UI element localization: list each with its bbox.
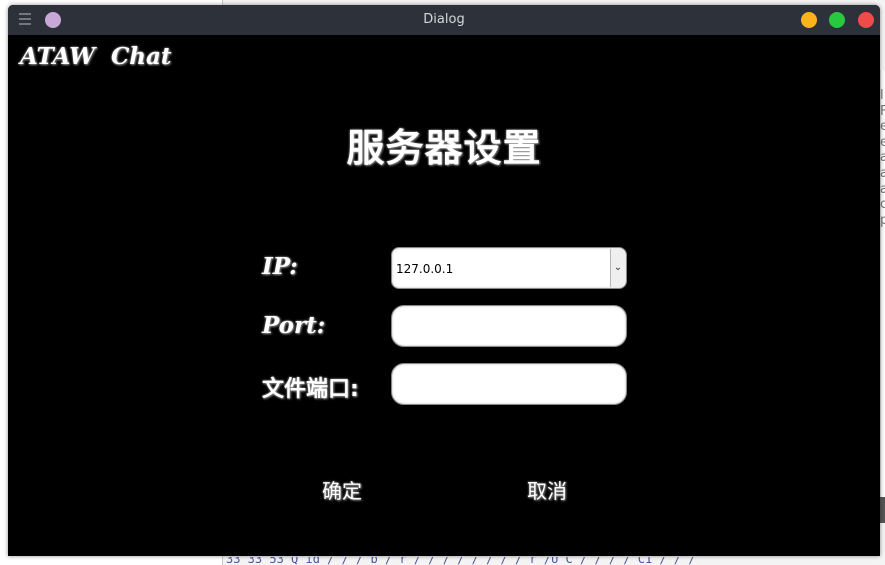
- port-label: Port:: [262, 312, 326, 339]
- file-port-label: 文件端口:: [262, 377, 359, 402]
- window-title: Dialog: [423, 12, 465, 27]
- ip-combobox-value[interactable]: 127.0.0.1: [396, 248, 453, 290]
- dialog-content: ATAW Chat 服务器设置 IP: 127.0.0.1 ⌄ Port: 文件…: [8, 35, 880, 556]
- file-port-input[interactable]: [391, 363, 627, 405]
- ip-label: IP:: [262, 253, 298, 280]
- minimize-button[interactable]: [801, 12, 817, 28]
- cancel-button[interactable]: 取消: [513, 477, 581, 507]
- background-code-line: 33 33 53 Q id / / / b / r / / / / / / / …: [226, 557, 885, 565]
- maximize-button[interactable]: [829, 12, 845, 28]
- page-title: 服务器设置: [346, 126, 542, 170]
- chevron-down-icon[interactable]: ⌄: [610, 249, 625, 287]
- background-scroll-block: [880, 497, 885, 523]
- ip-combobox[interactable]: 127.0.0.1 ⌄: [391, 247, 627, 289]
- port-input[interactable]: [391, 305, 627, 347]
- close-button[interactable]: [858, 12, 874, 28]
- title-bar[interactable]: Dialog: [8, 5, 880, 35]
- confirm-button[interactable]: 确定: [308, 477, 376, 507]
- dialog-window: Dialog ATAW Chat 服务器设置 IP: 127.0.0.1 ⌄ P…: [8, 5, 880, 556]
- background-side-text: l F e e a a a c p: [880, 88, 885, 228]
- app-brand: ATAW Chat: [20, 43, 172, 70]
- background-code-text: 33 33 53 Q id / / / b / r / / / / / / / …: [226, 557, 696, 565]
